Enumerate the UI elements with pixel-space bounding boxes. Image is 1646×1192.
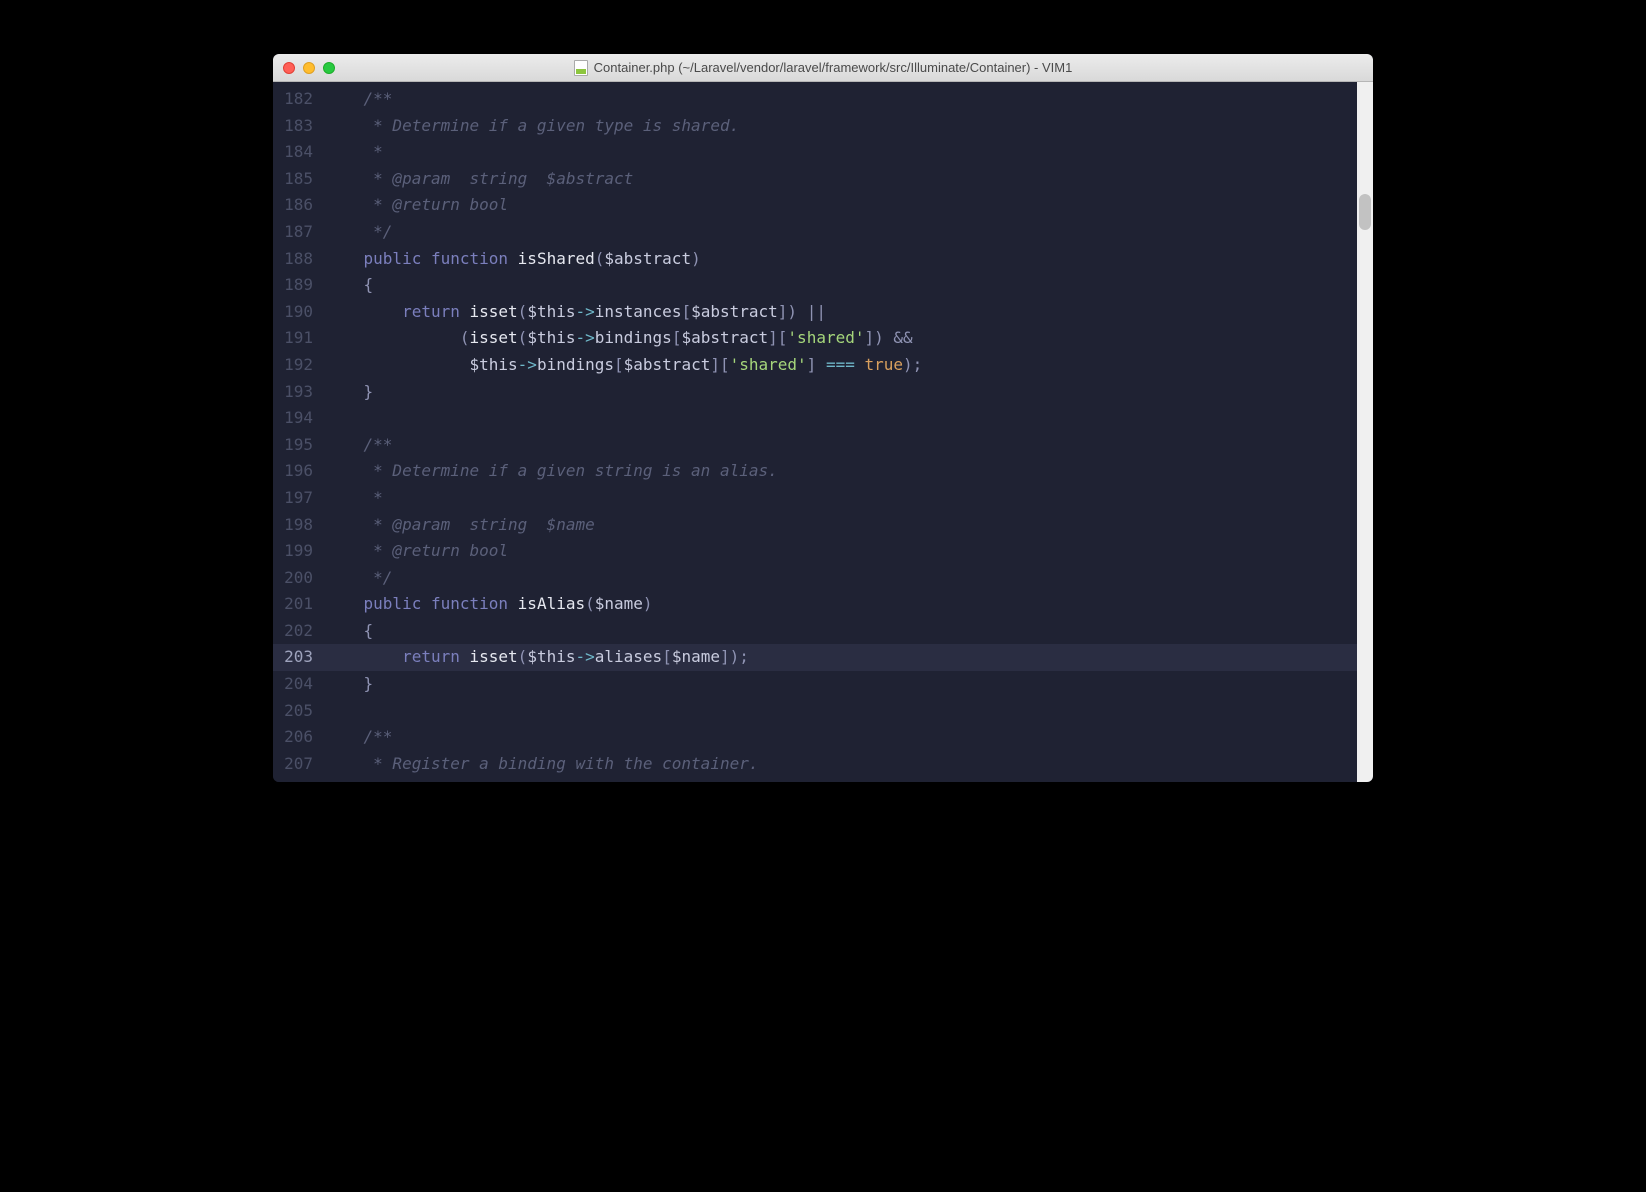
code-line[interactable]: 189 {: [273, 272, 1373, 299]
line-number: 196: [273, 458, 325, 485]
code-line[interactable]: 185 * @param string $abstract: [273, 166, 1373, 193]
line-number: 195: [273, 432, 325, 459]
code-content: * @return bool: [325, 538, 508, 565]
code-content: public function isAlias($name): [325, 591, 653, 618]
line-number: 194: [273, 405, 325, 432]
code-line[interactable]: 207 * Register a binding with the contai…: [273, 751, 1373, 778]
line-number: 189: [273, 272, 325, 299]
code-content: return isset($this->instances[$abstract]…: [325, 299, 826, 326]
code-line[interactable]: 183 * Determine if a given type is share…: [273, 113, 1373, 140]
code-line[interactable]: 197 *: [273, 485, 1373, 512]
line-number: 202: [273, 618, 325, 645]
line-number: 184: [273, 139, 325, 166]
minimize-icon[interactable]: [303, 62, 315, 74]
code-content: *: [325, 485, 383, 512]
line-number: 206: [273, 724, 325, 751]
code-content: * Determine if a given string is an alia…: [325, 458, 778, 485]
code-content: }: [325, 379, 373, 406]
line-number: 201: [273, 591, 325, 618]
line-number: 191: [273, 325, 325, 352]
line-number: 187: [273, 219, 325, 246]
scrollbar-thumb[interactable]: [1359, 194, 1371, 230]
code-content: public function isShared($abstract): [325, 246, 701, 273]
code-line[interactable]: 201 public function isAlias($name): [273, 591, 1373, 618]
code-editor[interactable]: 182 /**183 * Determine if a given type i…: [273, 82, 1373, 782]
code-content: (isset($this->bindings[$abstract]['share…: [325, 325, 913, 352]
line-number: 188: [273, 246, 325, 273]
line-number: 205: [273, 698, 325, 725]
code-line[interactable]: 188 public function isShared($abstract): [273, 246, 1373, 273]
code-line[interactable]: 203 return isset($this->aliases[$name]);: [273, 644, 1373, 671]
code-line[interactable]: 200 */: [273, 565, 1373, 592]
code-line[interactable]: 206 /**: [273, 724, 1373, 751]
code-content: */: [325, 565, 392, 592]
zoom-icon[interactable]: [323, 62, 335, 74]
line-number: 207: [273, 751, 325, 778]
code-content: * @param string $abstract: [325, 166, 633, 193]
line-number: 182: [273, 86, 325, 113]
code-content: * Determine if a given type is shared.: [325, 113, 739, 140]
line-number: 203: [273, 644, 325, 671]
file-icon: [574, 60, 588, 76]
code-content: /**: [325, 724, 392, 751]
line-number: 185: [273, 166, 325, 193]
code-line[interactable]: 205: [273, 698, 1373, 725]
code-content: }: [325, 671, 373, 698]
code-content: * @return bool: [325, 192, 508, 219]
code-content: */: [325, 219, 392, 246]
code-line[interactable]: 186 * @return bool: [273, 192, 1373, 219]
code-line[interactable]: 196 * Determine if a given string is an …: [273, 458, 1373, 485]
line-number: 183: [273, 113, 325, 140]
code-content: return isset($this->aliases[$name]);: [325, 644, 749, 671]
code-content: {: [325, 618, 373, 645]
code-line[interactable]: 191 (isset($this->bindings[$abstract]['s…: [273, 325, 1373, 352]
code-line[interactable]: 199 * @return bool: [273, 538, 1373, 565]
vertical-scrollbar[interactable]: [1357, 82, 1373, 782]
code-content: $this->bindings[$abstract]['shared'] ===…: [325, 352, 922, 379]
code-line[interactable]: 198 * @param string $name: [273, 512, 1373, 539]
code-line[interactable]: 195 /**: [273, 432, 1373, 459]
code-lines: 182 /**183 * Determine if a given type i…: [273, 82, 1373, 777]
line-number: 193: [273, 379, 325, 406]
close-icon[interactable]: [283, 62, 295, 74]
window-title-wrap: Container.php (~/Laravel/vendor/laravel/…: [273, 60, 1373, 76]
line-number: 200: [273, 565, 325, 592]
code-line[interactable]: 204 }: [273, 671, 1373, 698]
line-number: 199: [273, 538, 325, 565]
code-line[interactable]: 202 {: [273, 618, 1373, 645]
line-number: 190: [273, 299, 325, 326]
line-number: 204: [273, 671, 325, 698]
code-content: /**: [325, 432, 392, 459]
code-line[interactable]: 187 */: [273, 219, 1373, 246]
code-line[interactable]: 184 *: [273, 139, 1373, 166]
line-number: 198: [273, 512, 325, 539]
code-line[interactable]: 193 }: [273, 379, 1373, 406]
titlebar[interactable]: Container.php (~/Laravel/vendor/laravel/…: [273, 54, 1373, 82]
traffic-lights: [283, 62, 335, 74]
code-content: *: [325, 139, 383, 166]
code-content: * Register a binding with the container.: [325, 751, 758, 778]
code-content: * @param string $name: [325, 512, 595, 539]
code-content: {: [325, 272, 373, 299]
editor-window: Container.php (~/Laravel/vendor/laravel/…: [273, 54, 1373, 782]
code-line[interactable]: 190 return isset($this->instances[$abstr…: [273, 299, 1373, 326]
code-content: /**: [325, 86, 392, 113]
code-line[interactable]: 194: [273, 405, 1373, 432]
code-line[interactable]: 192 $this->bindings[$abstract]['shared']…: [273, 352, 1373, 379]
line-number: 192: [273, 352, 325, 379]
line-number: 197: [273, 485, 325, 512]
code-line[interactable]: 182 /**: [273, 86, 1373, 113]
line-number: 186: [273, 192, 325, 219]
window-title: Container.php (~/Laravel/vendor/laravel/…: [594, 60, 1073, 75]
